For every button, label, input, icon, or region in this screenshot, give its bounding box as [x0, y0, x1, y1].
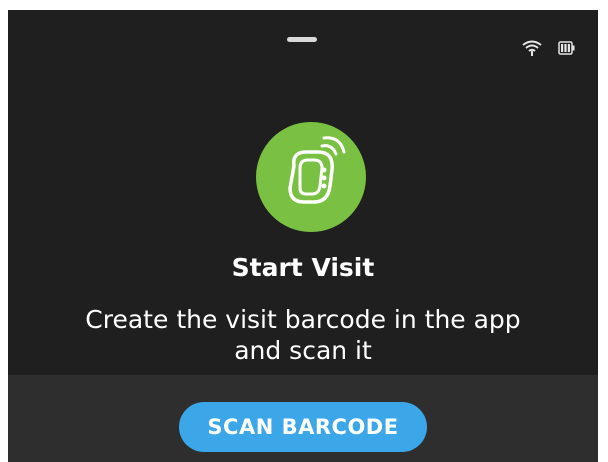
page-title: Start Visit: [231, 253, 375, 282]
instructions-line-2: and scan it: [234, 336, 372, 365]
device-screen: Start Visit Create the visit barcode in …: [8, 10, 598, 462]
bottom-action-bar: SCAN BARCODE: [8, 375, 598, 462]
status-bar: [522, 40, 576, 56]
instructions-text: Create the visit barcode in the app and …: [28, 304, 578, 366]
instructions-line-1: Create the visit barcode in the app: [85, 305, 521, 334]
battery-icon: [558, 41, 576, 55]
wearable-device-icon: [256, 122, 366, 232]
wifi-icon: [522, 40, 542, 56]
scan-barcode-button[interactable]: SCAN BARCODE: [179, 402, 427, 452]
drag-handle[interactable]: [287, 37, 317, 42]
